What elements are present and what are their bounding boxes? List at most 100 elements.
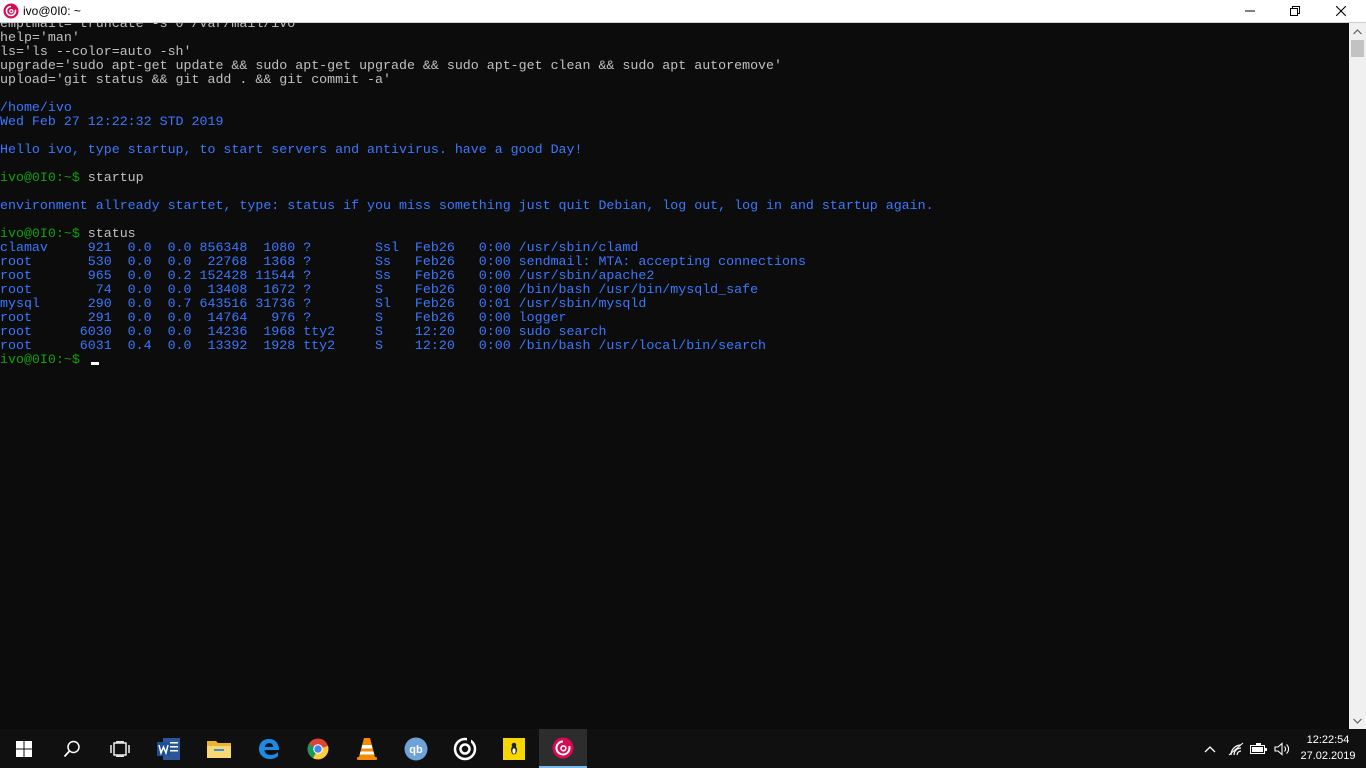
taskbar-vlc[interactable] <box>343 729 391 768</box>
terminal-text: ls='ls --color=auto -sh' <box>0 44 192 59</box>
chevron-up-icon <box>1353 28 1362 34</box>
scroll-thumb[interactable] <box>1351 40 1364 57</box>
taskbar: qb 12:22:54 27.02.2019 <box>0 729 1366 768</box>
scroll-down-button[interactable] <box>1349 712 1366 729</box>
shell-prompt: ivo@0I0:~$ <box>0 352 80 367</box>
output-line: help='man' <box>0 31 934 45</box>
window-titlebar[interactable]: ivo@0I0: ~ <box>0 0 1366 23</box>
output-line: ls='ls --color=auto -sh' <box>0 45 934 59</box>
output-line: root 530 0.0 0.0 22768 1368 ? Ss Feb26 0… <box>0 255 934 269</box>
terminal-text: environment allready startet, type: stat… <box>0 198 934 213</box>
terminal-text: root 530 0.0 0.0 22768 1368 ? Ss Feb26 0… <box>0 254 806 269</box>
terminal-text: mysql 290 0.0 0.7 643516 31736 ? Sl Feb2… <box>0 296 647 311</box>
terminal-text: root 965 0.0 0.2 152428 11544 ? Ss Feb26… <box>0 268 655 283</box>
minimize-button[interactable] <box>1227 0 1273 22</box>
prompt-line: ivo@0I0:~$ status <box>0 227 934 241</box>
taskbar-linux-app[interactable] <box>490 729 538 768</box>
clock-time: 12:22:54 <box>1306 734 1350 746</box>
qbittorrent-icon: qb <box>404 737 428 760</box>
close-button[interactable] <box>1318 0 1364 22</box>
typed-command <box>80 352 88 367</box>
edge-icon <box>259 738 279 759</box>
typed-command: status <box>79 226 136 241</box>
vlc-icon <box>357 737 377 760</box>
svg-text:qb: qb <box>409 744 423 756</box>
shell-prompt: ivo@0I0:~$ <box>0 226 80 241</box>
task-view-icon <box>110 740 130 757</box>
terminal-text: root 6030 0.0 0.0 14236 1968 tty2 S 12:2… <box>0 324 607 339</box>
terminal-text: Wed Feb 27 12:22:32 STD 2019 <box>0 114 224 129</box>
taskbar-edge[interactable] <box>245 729 293 768</box>
output-line: /home/ivo <box>0 101 934 115</box>
chevron-up-icon <box>1204 745 1216 752</box>
taskbar-debian[interactable] <box>539 729 587 768</box>
output-line: mysql 290 0.0 0.7 643516 31736 ? Sl Feb2… <box>0 297 934 311</box>
terminal-text: upgrade='sudo apt-get update && sudo apt… <box>0 58 782 73</box>
chrome-icon <box>307 738 329 759</box>
terminal-text: root 6031 0.4 0.0 13392 1928 tty2 S 12:2… <box>0 338 767 353</box>
battery-button[interactable] <box>1248 729 1270 768</box>
output-line: root 74 0.0 0.0 13408 1672 ? S Feb26 0:0… <box>0 283 934 297</box>
minimize-icon <box>1245 10 1255 12</box>
terminal-lines: emptmail='truncate -s 0 /var/mail/ivo' he… <box>0 23 934 367</box>
restore-button[interactable] <box>1272 0 1318 22</box>
taskbar-qbittorrent[interactable]: qb <box>392 729 440 768</box>
app-ring-icon <box>453 737 477 760</box>
terminal-text: Hello ivo, type startup, to start server… <box>0 142 583 157</box>
start-icon <box>16 740 32 757</box>
search-icon <box>63 740 80 757</box>
terminal-text: /home/ivo <box>0 100 72 115</box>
start-button[interactable] <box>0 729 48 768</box>
file-explorer-icon <box>207 740 231 758</box>
debian-icon <box>3 3 19 19</box>
output-line: root 6030 0.0 0.0 14236 1968 tty2 S 12:2… <box>0 325 934 339</box>
close-icon <box>1336 6 1346 16</box>
debian-icon <box>552 737 574 758</box>
prompt-line: ivo@0I0:~$ <box>0 353 934 367</box>
scroll-up-button[interactable] <box>1349 23 1366 40</box>
search-button[interactable] <box>48 729 96 768</box>
shell-prompt: ivo@0I0:~$ <box>0 170 80 185</box>
window-title: ivo@0I0: ~ <box>23 4 81 18</box>
output-line: environment allready startet, type: stat… <box>0 199 934 213</box>
prompt-line: ivo@0I0:~$ startup <box>0 171 934 185</box>
terminal-text: help='man' <box>0 30 80 45</box>
clock-date: 27.02.2019 <box>1300 750 1356 762</box>
task-view-button[interactable] <box>96 729 144 768</box>
output-line: emptmail='truncate -s 0 /var/mail/ivo' <box>0 23 934 31</box>
wifi-icon <box>1228 742 1244 755</box>
tray-overflow-button[interactable] <box>1199 729 1221 768</box>
typed-command: startup <box>79 170 144 185</box>
terminal-output[interactable]: emptmail='truncate -s 0 /var/mail/ivo' he… <box>0 23 1349 729</box>
terminal-text: clamav 921 0.0 0.0 856348 1080 ? Ssl Feb… <box>0 240 639 255</box>
taskbar-chrome[interactable] <box>294 729 342 768</box>
output-line: Hello ivo, type startup, to start server… <box>0 143 934 157</box>
output-line: upload='git status && git add . && git c… <box>0 73 934 87</box>
vertical-scrollbar[interactable] <box>1349 23 1366 729</box>
word-icon <box>157 737 180 760</box>
linux-app-icon <box>503 737 525 760</box>
terminal-text: root 74 0.0 0.0 13408 1672 ? S Feb26 0:0… <box>0 282 759 297</box>
output-line: clamav 921 0.0 0.0 856348 1080 ? Ssl Feb… <box>0 241 934 255</box>
taskbar-clock[interactable]: 12:22:54 27.02.2019 <box>1294 732 1362 764</box>
wifi-button[interactable] <box>1225 729 1247 768</box>
chevron-down-icon <box>1353 718 1362 724</box>
text-cursor <box>90 362 99 365</box>
taskbar-file-explorer[interactable] <box>195 729 243 768</box>
volume-button[interactable] <box>1271 729 1293 768</box>
volume-icon <box>1274 741 1289 756</box>
terminal-text: root 291 0.0 0.0 14764 976 ? S Feb26 0:0… <box>0 310 567 325</box>
output-line: upgrade='sudo apt-get update && sudo apt… <box>0 59 934 73</box>
taskbar-word[interactable] <box>145 729 193 768</box>
restore-icon <box>1290 6 1300 16</box>
taskbar-app-ring[interactable] <box>441 729 489 768</box>
terminal-text: upload='git status && git add . && git c… <box>0 72 391 87</box>
output-line: root 965 0.0 0.2 152428 11544 ? Ss Feb26… <box>0 269 934 283</box>
battery-icon <box>1250 742 1267 754</box>
output-line: Wed Feb 27 12:22:32 STD 2019 <box>0 115 934 129</box>
output-line: root 6031 0.4 0.0 13392 1928 tty2 S 12:2… <box>0 339 934 353</box>
